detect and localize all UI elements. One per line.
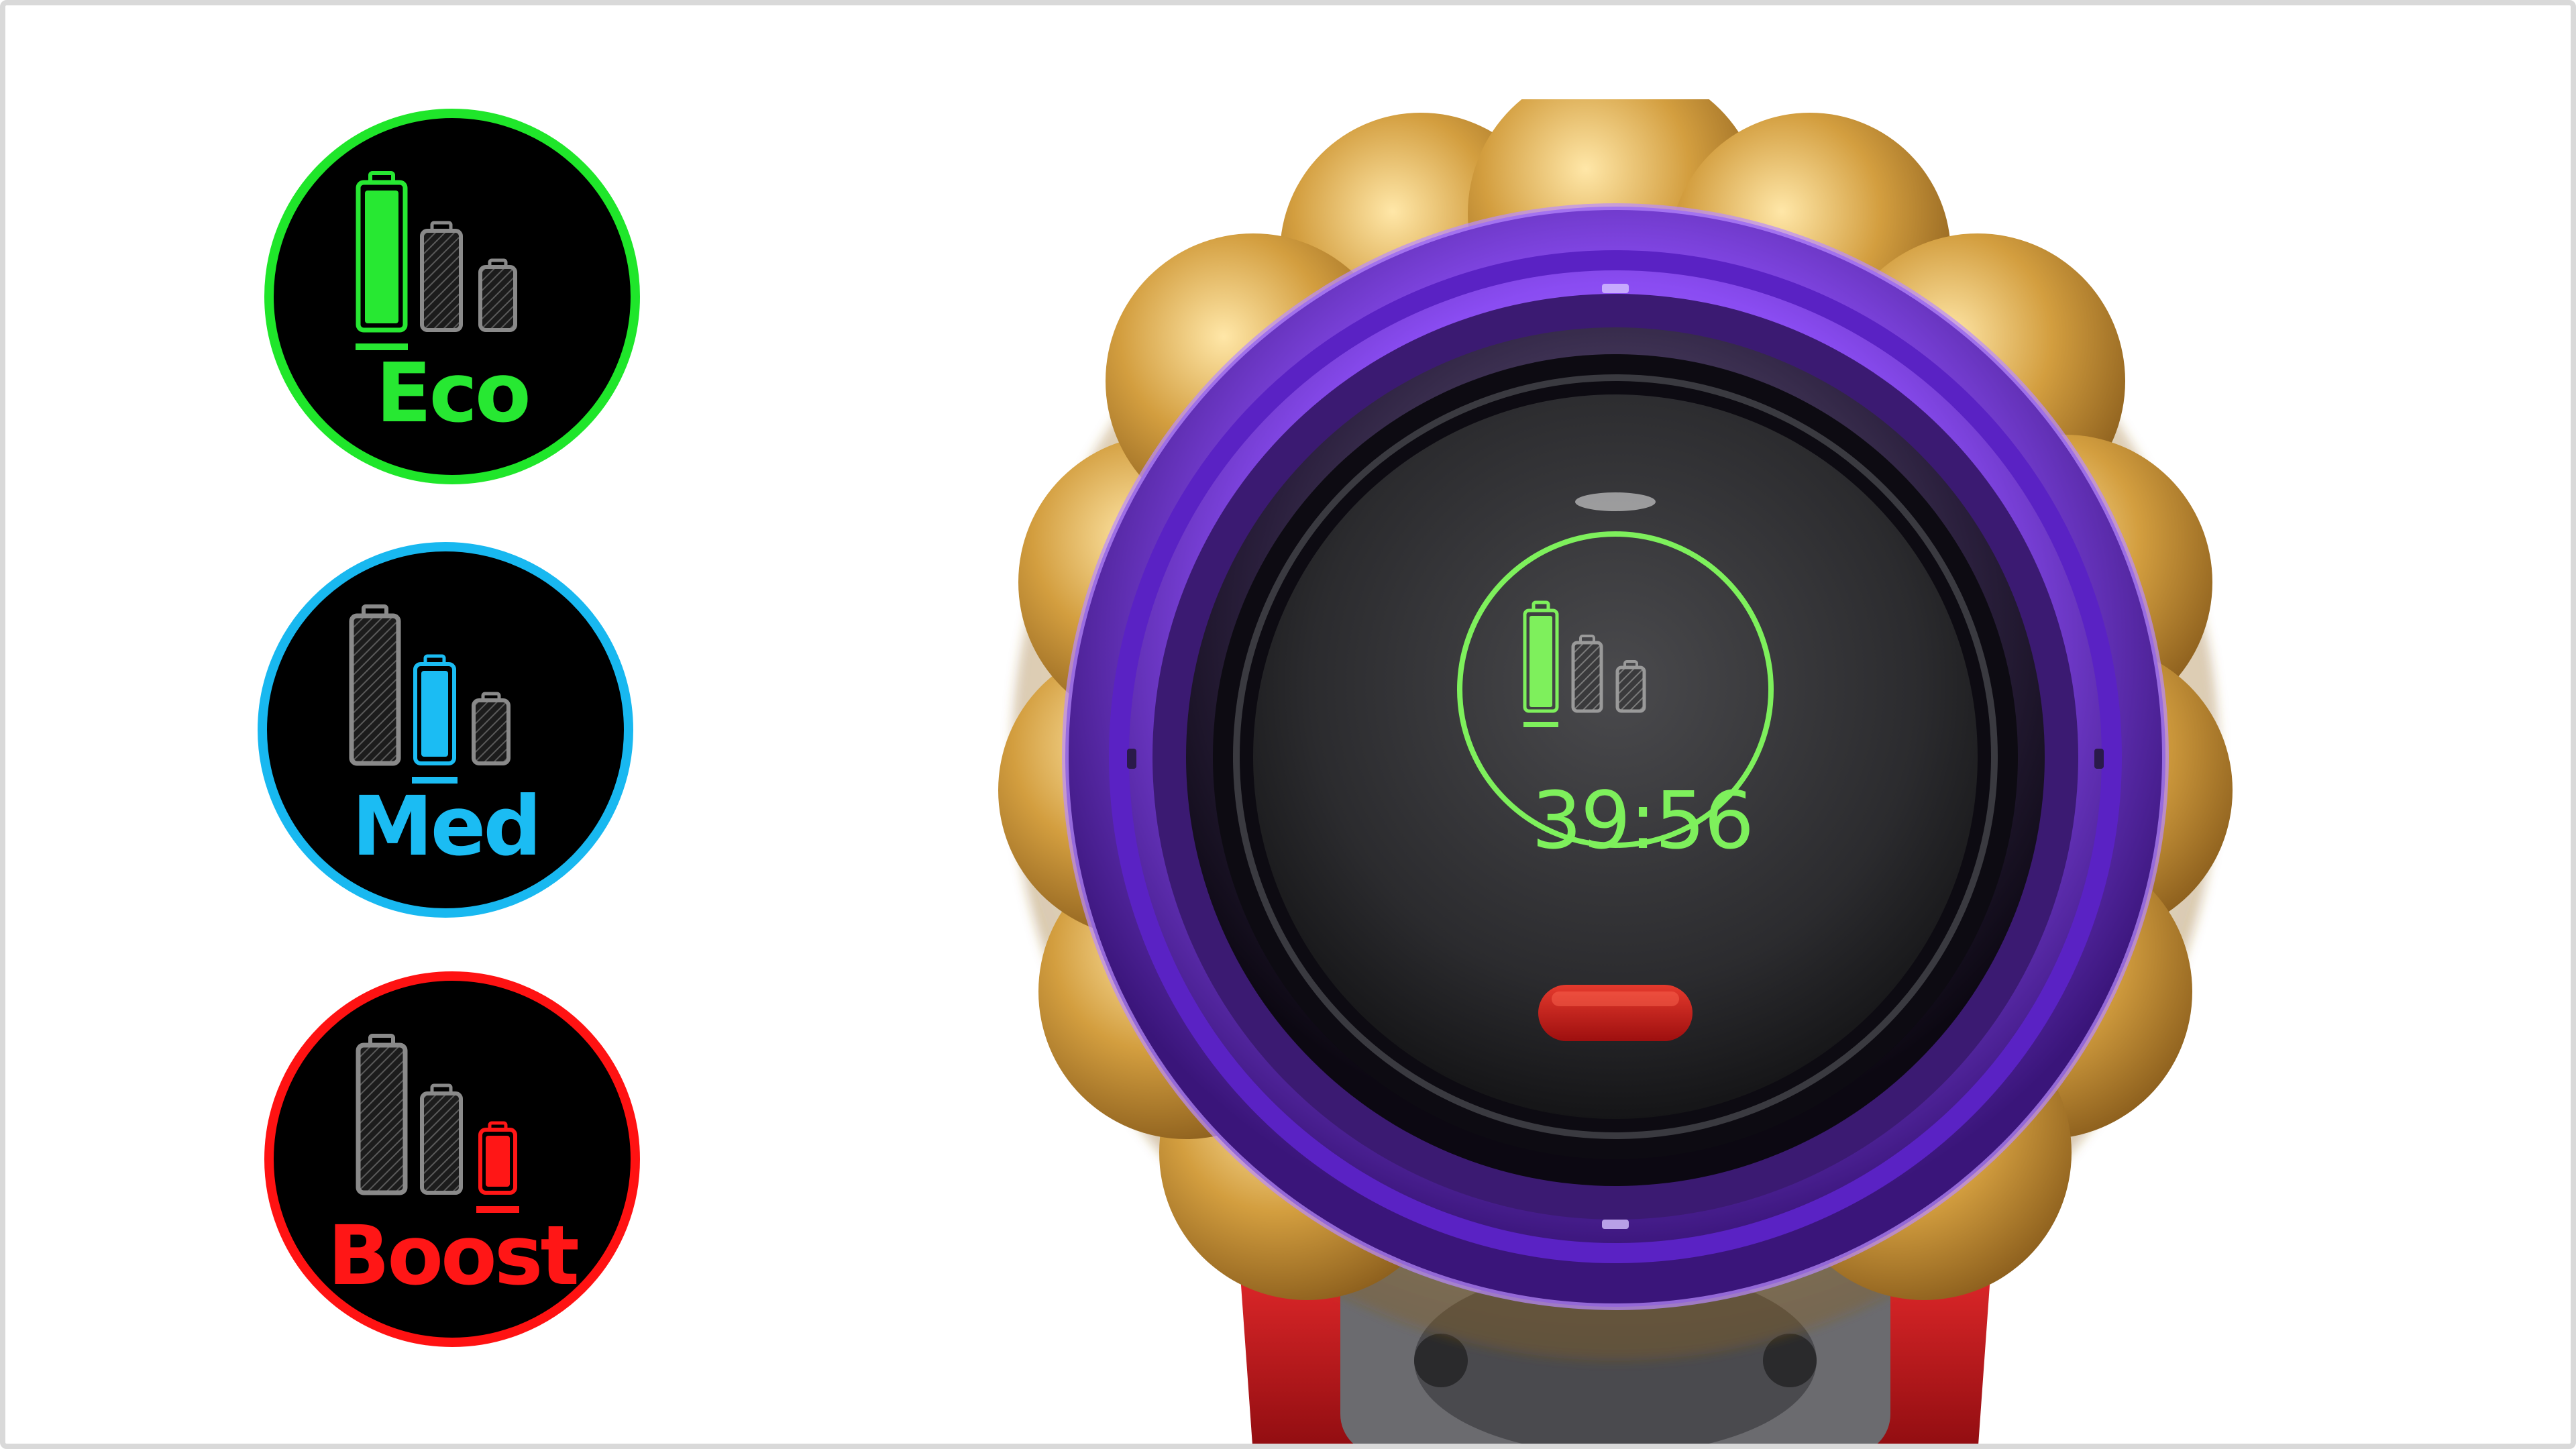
- eco-mode-badge: Eco: [264, 109, 640, 484]
- eco-battery-icon: [356, 171, 517, 350]
- med-label: Med: [352, 779, 541, 874]
- med-mode-badge: Med: [258, 542, 633, 918]
- runtime-readout: 39:56: [1531, 774, 1754, 867]
- med-battery-icon: [349, 604, 511, 784]
- eco-label: Eco: [376, 345, 531, 441]
- boost-battery-icon: [356, 1034, 519, 1213]
- boost-mode-badge: Boost: [264, 971, 640, 1347]
- product-image: Eco Med Boost 39:56: [0, 0, 2576, 1449]
- boost-label: Boost: [327, 1208, 580, 1303]
